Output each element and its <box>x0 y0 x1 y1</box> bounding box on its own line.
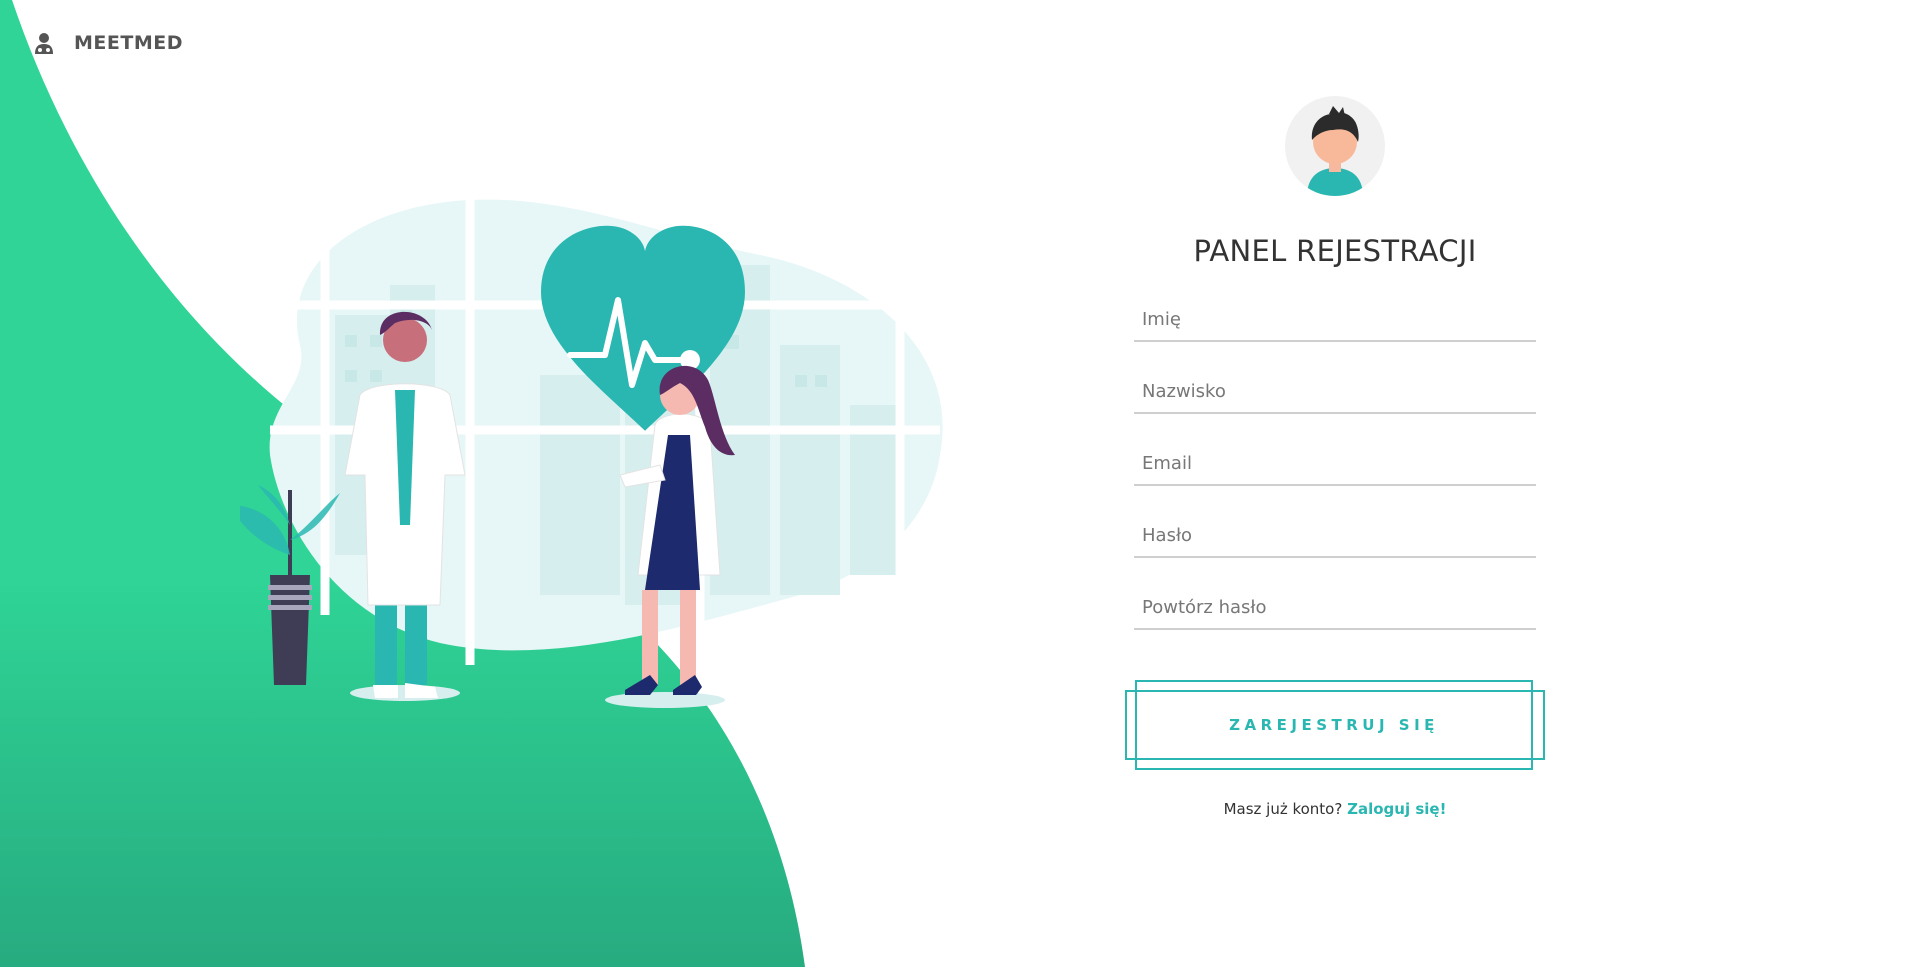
registration-panel: PANEL REJESTRACJI ZAREJESTRUJ SIĘ Masz j… <box>1125 96 1545 818</box>
password-field <box>1134 516 1536 558</box>
password-input[interactable] <box>1134 516 1536 554</box>
login-link[interactable]: Zaloguj się! <box>1347 800 1446 818</box>
user-avatar <box>1285 96 1385 196</box>
email-field <box>1134 444 1536 486</box>
repeat-password-input[interactable] <box>1134 588 1536 626</box>
last-name-input[interactable] <box>1134 372 1536 410</box>
first-name-input[interactable] <box>1134 300 1536 338</box>
first-name-field <box>1134 300 1536 342</box>
doctors-illustration <box>240 195 943 708</box>
login-prompt-text: Masz już konto? <box>1223 800 1343 818</box>
register-button-wrapper: ZAREJESTRUJ SIĘ <box>1125 680 1545 774</box>
registration-form <box>1134 300 1536 660</box>
brand-name: MEETMED <box>74 32 183 54</box>
last-name-field <box>1134 372 1536 414</box>
avatar-icon <box>1307 106 1363 196</box>
brand-logo[interactable]: MEETMED <box>34 30 183 56</box>
login-prompt-line: Masz już konto? Zaloguj się! <box>1224 800 1447 818</box>
register-button[interactable]: ZAREJESTRUJ SIĘ <box>1135 690 1533 760</box>
doctor-icon <box>35 33 53 54</box>
email-input[interactable] <box>1134 444 1536 482</box>
page-title: PANEL REJESTRACJI <box>1193 234 1477 268</box>
repeat-password-field <box>1134 588 1536 630</box>
